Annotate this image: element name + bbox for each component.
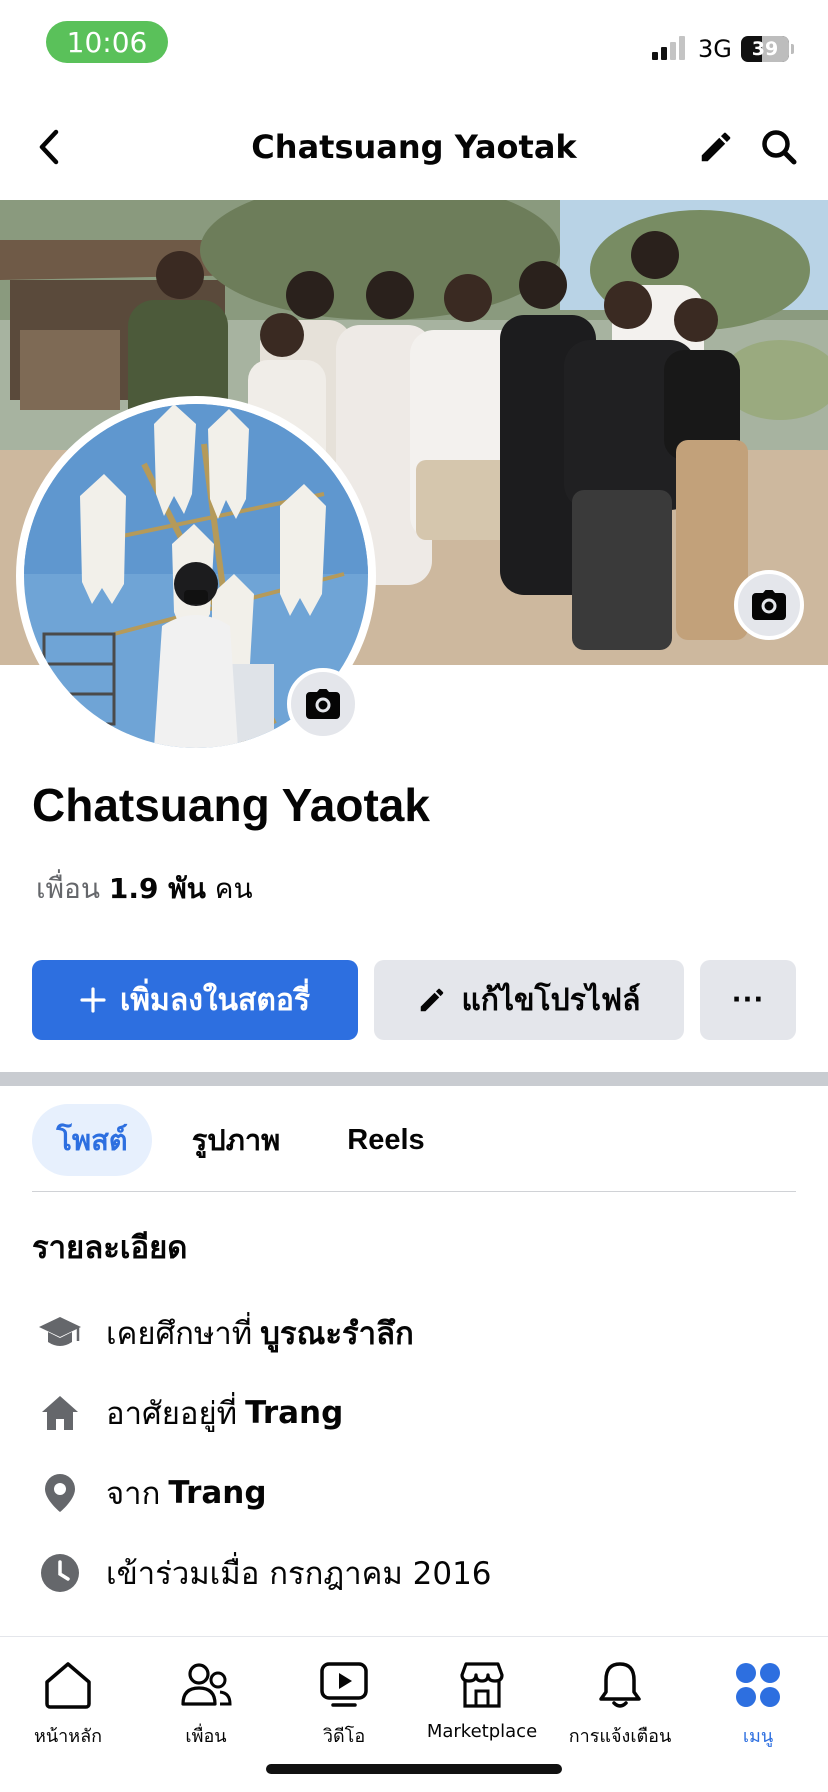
add-to-story-button[interactable]: เพิ่มลงในสตอรี่	[32, 960, 358, 1040]
detail-lives-in-prefix: อาศัยอยู่ที่	[106, 1396, 238, 1432]
search-button[interactable]	[756, 124, 802, 170]
battery-level: 39	[751, 38, 779, 60]
plus-icon	[80, 987, 106, 1013]
detail-education: เคยศึกษาที่ บูรณะรำลึก	[36, 1308, 414, 1358]
profile-name: Chatsuang Yaotak	[32, 779, 430, 831]
tab-photos[interactable]: รูปภาพ	[168, 1104, 304, 1176]
detail-hometown-prefix: จาก	[106, 1476, 161, 1512]
nav-marketplace[interactable]: Marketplace	[414, 1657, 550, 1742]
detail-education-prefix: เคยศึกษาที่	[106, 1316, 253, 1352]
add-to-story-label: เพิ่มลงในสตอรี่	[120, 982, 310, 1018]
detail-education-value[interactable]: บูรณะรำลึก	[260, 1308, 414, 1358]
search-icon	[762, 130, 797, 165]
more-dots-icon: ···	[731, 985, 765, 1015]
edit-profile-button[interactable]: แก้ไขโปรไฟล์	[374, 960, 684, 1040]
status-time: 10:06	[46, 21, 168, 63]
more-options-button[interactable]: ···	[700, 960, 796, 1040]
nav-menu-label: เมนู	[742, 1726, 774, 1747]
friends-label: เพื่อน	[36, 872, 100, 905]
edit-profile-label: แก้ไขโปรไฟล์	[461, 982, 641, 1018]
signal-icon	[652, 36, 685, 60]
camera-icon	[306, 689, 340, 719]
change-avatar-button[interactable]	[287, 668, 359, 740]
friends-unit: คน	[214, 872, 253, 905]
change-cover-button[interactable]	[734, 570, 804, 640]
detail-lives-in-value[interactable]: Trang	[245, 1395, 343, 1431]
network-label: 3G	[698, 35, 732, 63]
home-indicator	[266, 1764, 562, 1774]
home-icon	[36, 1389, 84, 1437]
friends-count: 1.9 พัน	[108, 872, 206, 905]
pencil-icon	[701, 132, 731, 162]
nav-notifications[interactable]: การแจ้งเตือน	[552, 1657, 688, 1750]
bell-icon	[590, 1657, 650, 1713]
friends-icon	[176, 1657, 236, 1713]
nav-video[interactable]: วิดีโอ	[276, 1657, 412, 1750]
tab-posts[interactable]: โพสต์	[32, 1104, 152, 1176]
profile-header: Chatsuang Yaotak	[0, 100, 828, 200]
home-icon	[38, 1657, 98, 1713]
location-pin-icon	[36, 1469, 84, 1517]
pencil-icon	[417, 985, 447, 1015]
menu-grid-icon	[728, 1657, 788, 1713]
detail-lives-in: อาศัยอยู่ที่ Trang	[36, 1388, 343, 1438]
status-bar: 10:06 3G 39	[0, 0, 828, 90]
nav-menu[interactable]: เมนู	[690, 1657, 826, 1750]
video-icon	[314, 1657, 374, 1713]
nav-friends[interactable]: เพื่อน	[138, 1657, 274, 1750]
graduation-cap-icon	[36, 1309, 84, 1357]
nav-home[interactable]: หน้าหลัก	[0, 1657, 136, 1750]
detail-joined: เข้าร่วมเมื่อ กรกฎาคม 2016	[36, 1548, 492, 1598]
friends-count-line[interactable]: เพื่อน 1.9 พัน คน	[36, 867, 253, 911]
nav-home-label: หน้าหลัก	[33, 1726, 103, 1747]
nav-friends-label: เพื่อน	[185, 1726, 227, 1747]
detail-hometown-value[interactable]: Trang	[168, 1475, 266, 1511]
marketplace-icon	[452, 1657, 512, 1713]
nav-notifications-label: การแจ้งเตือน	[568, 1726, 672, 1747]
battery-icon: 39	[741, 36, 789, 62]
edit-button[interactable]	[693, 124, 739, 170]
detail-joined-text: เข้าร่วมเมื่อ กรกฎาคม 2016	[106, 1556, 492, 1592]
nav-marketplace-label: Marketplace	[426, 1721, 538, 1742]
tabs-divider	[32, 1191, 796, 1192]
nav-video-label: วิดีโอ	[322, 1726, 366, 1747]
section-divider	[0, 1072, 828, 1086]
camera-icon	[752, 590, 786, 620]
tab-reels[interactable]: Reels	[330, 1104, 442, 1176]
detail-hometown: จาก Trang	[36, 1468, 267, 1518]
details-heading: รายละเอียด	[32, 1230, 188, 1266]
clock-icon	[36, 1549, 84, 1597]
